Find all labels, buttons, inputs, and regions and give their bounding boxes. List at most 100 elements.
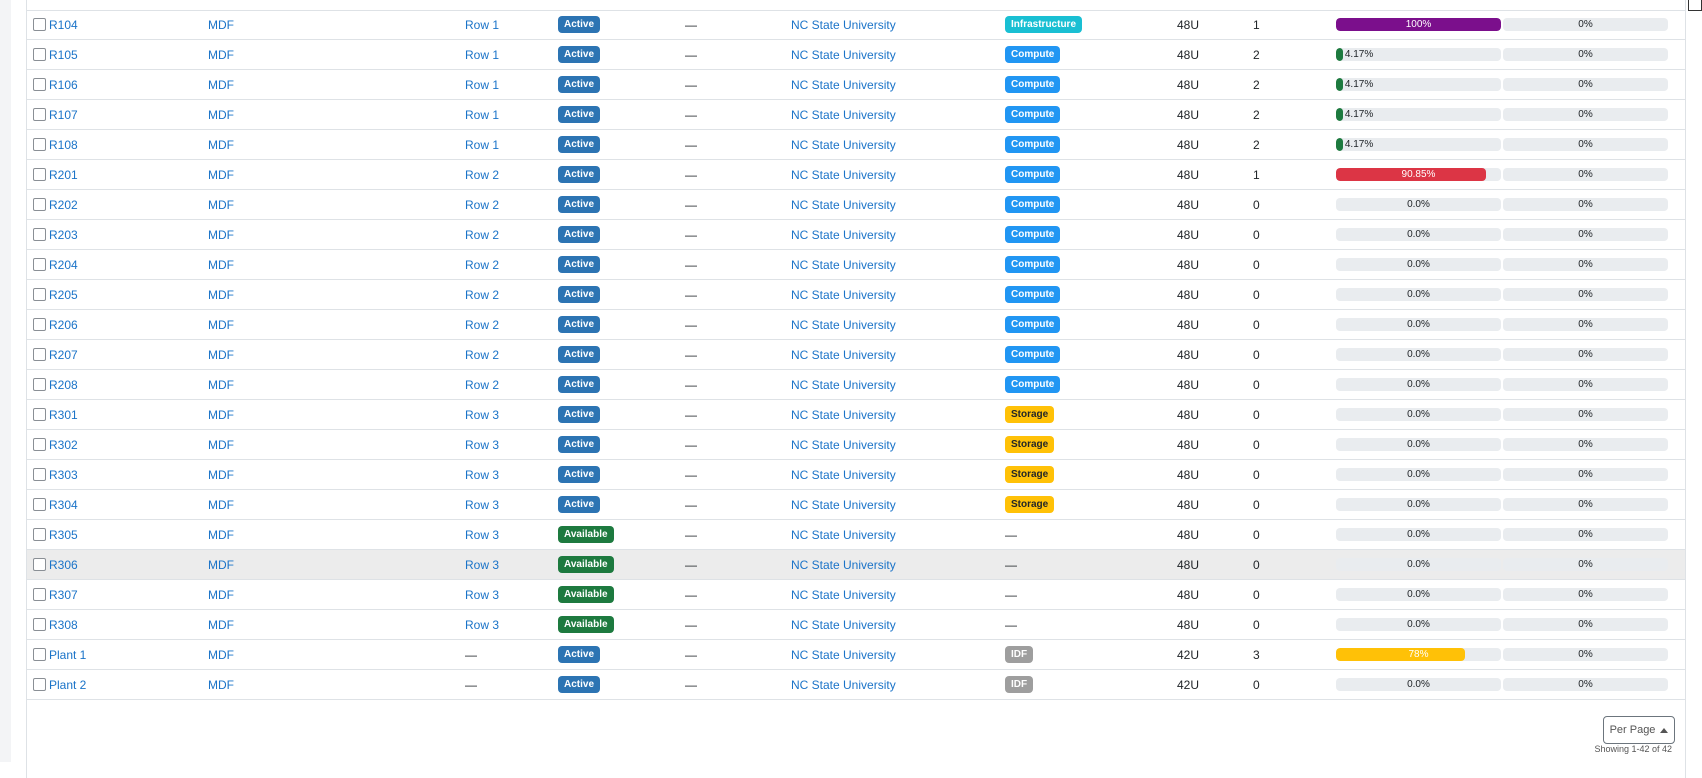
location-link[interactable]: MDF	[208, 588, 234, 602]
tenant-link[interactable]: NC State University	[791, 108, 896, 122]
table-row[interactable]: R305 MDF Row 3 Available — NC State Univ…	[27, 520, 1685, 550]
location-link[interactable]: MDF	[208, 198, 234, 212]
location-link[interactable]: MDF	[208, 348, 234, 362]
row-select-checkbox[interactable]	[33, 558, 46, 571]
location-link[interactable]: MDF	[208, 168, 234, 182]
group-link[interactable]: Row 2	[465, 258, 499, 272]
tenant-link[interactable]: NC State University	[791, 228, 896, 242]
location-link[interactable]: MDF	[208, 678, 234, 692]
table-row[interactable]: R303 MDF Row 3 Active — NC State Univers…	[27, 460, 1685, 490]
group-link[interactable]: Row 2	[465, 348, 499, 362]
group-link[interactable]: Row 1	[465, 48, 499, 62]
group-link[interactable]: Row 3	[465, 498, 499, 512]
row-select-checkbox[interactable]	[33, 48, 46, 61]
location-link[interactable]: MDF	[208, 648, 234, 662]
row-select-checkbox[interactable]	[33, 18, 46, 31]
group-link[interactable]: Row 3	[465, 558, 499, 572]
group-link[interactable]: Row 3	[465, 438, 499, 452]
location-link[interactable]: MDF	[208, 378, 234, 392]
location-link[interactable]: MDF	[208, 78, 234, 92]
table-row[interactable]: R304 MDF Row 3 Active — NC State Univers…	[27, 490, 1685, 520]
table-row[interactable]: R105 MDF Row 1 Active — NC State Univers…	[27, 40, 1685, 70]
location-link[interactable]: MDF	[208, 138, 234, 152]
group-link[interactable]: Row 3	[465, 468, 499, 482]
location-link[interactable]: MDF	[208, 288, 234, 302]
rack-name-link[interactable]: R308	[49, 618, 78, 632]
tenant-link[interactable]: NC State University	[791, 18, 896, 32]
tenant-link[interactable]: NC State University	[791, 348, 896, 362]
group-link[interactable]: Row 2	[465, 318, 499, 332]
rack-name-link[interactable]: Plant 2	[49, 678, 86, 692]
location-link[interactable]: MDF	[208, 258, 234, 272]
group-link[interactable]: Row 1	[465, 18, 499, 32]
group-link[interactable]: Row 2	[465, 168, 499, 182]
location-link[interactable]: MDF	[208, 528, 234, 542]
rack-name-link[interactable]: R304	[49, 498, 78, 512]
rack-name-link[interactable]: R305	[49, 528, 78, 542]
group-link[interactable]: Row 2	[465, 378, 499, 392]
table-row[interactable]: R104 MDF Row 1 Active — NC State Univers…	[27, 10, 1685, 40]
location-link[interactable]: MDF	[208, 468, 234, 482]
row-select-checkbox[interactable]	[33, 258, 46, 271]
group-link[interactable]: Row 1	[465, 78, 499, 92]
location-link[interactable]: MDF	[208, 558, 234, 572]
tenant-link[interactable]: NC State University	[791, 618, 896, 632]
per-page-button[interactable]: Per Page	[1603, 716, 1675, 744]
tenant-link[interactable]: NC State University	[791, 138, 896, 152]
rack-name-link[interactable]: R104	[49, 18, 78, 32]
device-count[interactable]: 3	[1253, 648, 1260, 662]
tenant-link[interactable]: NC State University	[791, 168, 896, 182]
device-count[interactable]: 2	[1253, 78, 1260, 92]
table-row[interactable]: Plant 1 MDF — Active — NC State Universi…	[27, 640, 1685, 670]
tenant-link[interactable]: NC State University	[791, 528, 896, 542]
rack-name-link[interactable]: R208	[49, 378, 78, 392]
row-select-checkbox[interactable]	[33, 168, 46, 181]
table-row[interactable]: R206 MDF Row 2 Active — NC State Univers…	[27, 310, 1685, 340]
rack-name-link[interactable]: R207	[49, 348, 78, 362]
table-row[interactable]: R207 MDF Row 2 Active — NC State Univers…	[27, 340, 1685, 370]
tenant-link[interactable]: NC State University	[791, 198, 896, 212]
row-select-checkbox[interactable]	[33, 618, 46, 631]
row-select-checkbox[interactable]	[33, 108, 46, 121]
rack-name-link[interactable]: R203	[49, 228, 78, 242]
tenant-link[interactable]: NC State University	[791, 408, 896, 422]
table-row[interactable]: R202 MDF Row 2 Active — NC State Univers…	[27, 190, 1685, 220]
tenant-link[interactable]: NC State University	[791, 678, 896, 692]
rack-name-link[interactable]: R206	[49, 318, 78, 332]
row-select-checkbox[interactable]	[33, 678, 46, 691]
row-select-checkbox[interactable]	[33, 348, 46, 361]
rack-name-link[interactable]: R106	[49, 78, 78, 92]
row-select-checkbox[interactable]	[33, 288, 46, 301]
tenant-link[interactable]: NC State University	[791, 288, 896, 302]
tenant-link[interactable]: NC State University	[791, 588, 896, 602]
tenant-link[interactable]: NC State University	[791, 78, 896, 92]
group-link[interactable]: Row 2	[465, 288, 499, 302]
location-link[interactable]: MDF	[208, 618, 234, 632]
rack-name-link[interactable]: R301	[49, 408, 78, 422]
group-link[interactable]: Row 2	[465, 228, 499, 242]
rack-name-link[interactable]: R108	[49, 138, 78, 152]
device-count[interactable]: 2	[1253, 138, 1260, 152]
tenant-link[interactable]: NC State University	[791, 378, 896, 392]
tenant-link[interactable]: NC State University	[791, 648, 896, 662]
table-row[interactable]: R306 MDF Row 3 Available — NC State Univ…	[27, 550, 1685, 580]
table-row[interactable]: R107 MDF Row 1 Active — NC State Univers…	[27, 100, 1685, 130]
table-row[interactable]: R108 MDF Row 1 Active — NC State Univers…	[27, 130, 1685, 160]
group-link[interactable]: Row 1	[465, 138, 499, 152]
rack-name-link[interactable]: R105	[49, 48, 78, 62]
tenant-link[interactable]: NC State University	[791, 258, 896, 272]
rack-name-link[interactable]: R201	[49, 168, 78, 182]
tenant-link[interactable]: NC State University	[791, 48, 896, 62]
group-link[interactable]: Row 2	[465, 198, 499, 212]
rack-name-link[interactable]: Plant 1	[49, 648, 86, 662]
row-select-checkbox[interactable]	[33, 468, 46, 481]
device-count[interactable]: 1	[1253, 168, 1260, 182]
device-count[interactable]: 1	[1253, 18, 1260, 32]
table-row[interactable]: R201 MDF Row 2 Active — NC State Univers…	[27, 160, 1685, 190]
row-select-checkbox[interactable]	[33, 78, 46, 91]
table-row[interactable]: R203 MDF Row 2 Active — NC State Univers…	[27, 220, 1685, 250]
table-row[interactable]: Plant 2 MDF — Active — NC State Universi…	[27, 670, 1685, 700]
group-link[interactable]: Row 1	[465, 108, 499, 122]
location-link[interactable]: MDF	[208, 228, 234, 242]
location-link[interactable]: MDF	[208, 408, 234, 422]
